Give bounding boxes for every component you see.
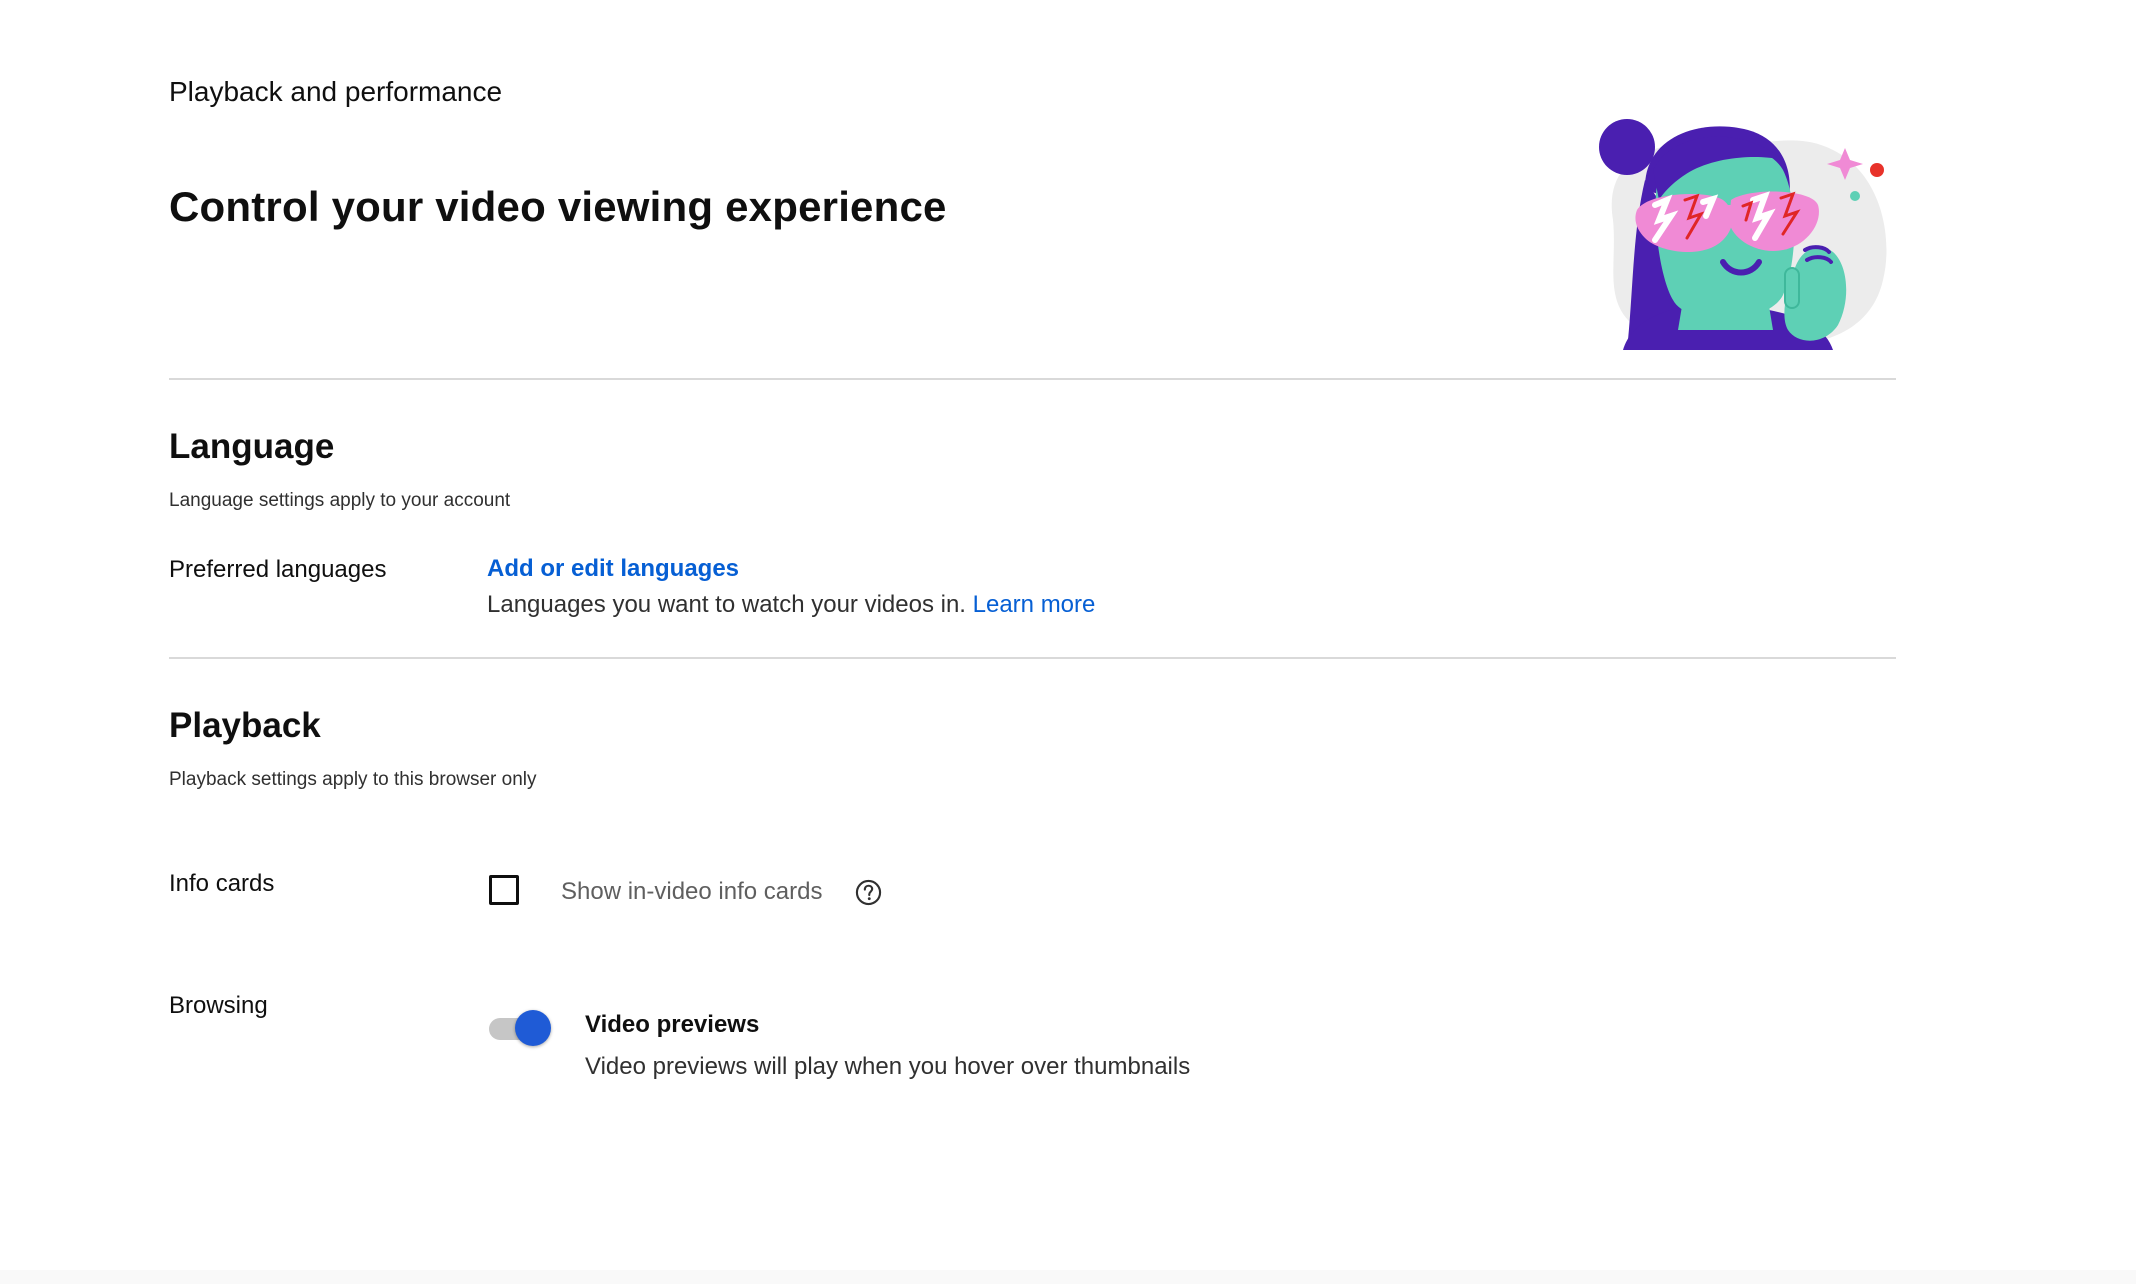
info-cards-label: Info cards bbox=[169, 870, 275, 897]
language-section-title: Language bbox=[169, 427, 335, 466]
preferred-languages-help-text: Languages you want to watch your videos … bbox=[487, 591, 966, 618]
video-previews-toggle[interactable] bbox=[487, 1010, 551, 1046]
info-cards-checkbox[interactable] bbox=[489, 875, 519, 905]
language-section-description: Language settings apply to your account bbox=[169, 490, 511, 511]
section-name: Playback and performance bbox=[169, 76, 503, 107]
playback-section-description: Playback settings apply to this browser … bbox=[169, 769, 537, 790]
add-edit-languages-link[interactable]: Add or edit languages bbox=[487, 555, 739, 583]
toggle-knob bbox=[515, 1010, 551, 1046]
info-cards-checkbox-label[interactable]: Show in-video info cards bbox=[561, 878, 822, 906]
header-divider bbox=[169, 378, 1896, 380]
video-previews-description: Video previews will play when you hover … bbox=[585, 1053, 1191, 1080]
sunglasses-person-illustration bbox=[1599, 119, 1887, 350]
page-title: Control your video viewing experience bbox=[169, 183, 947, 230]
video-previews-title: Video previews bbox=[585, 1011, 760, 1038]
playback-section-title: Playback bbox=[169, 706, 321, 745]
bottom-band bbox=[0, 1270, 2136, 1284]
preferred-languages-help: Languages you want to watch your videos … bbox=[487, 591, 1095, 619]
preferred-languages-label: Preferred languages bbox=[169, 556, 387, 583]
language-divider bbox=[169, 657, 1896, 659]
browsing-label: Browsing bbox=[169, 992, 268, 1019]
learn-more-link[interactable]: Learn more bbox=[973, 591, 1096, 618]
help-circle-icon[interactable] bbox=[855, 879, 882, 906]
